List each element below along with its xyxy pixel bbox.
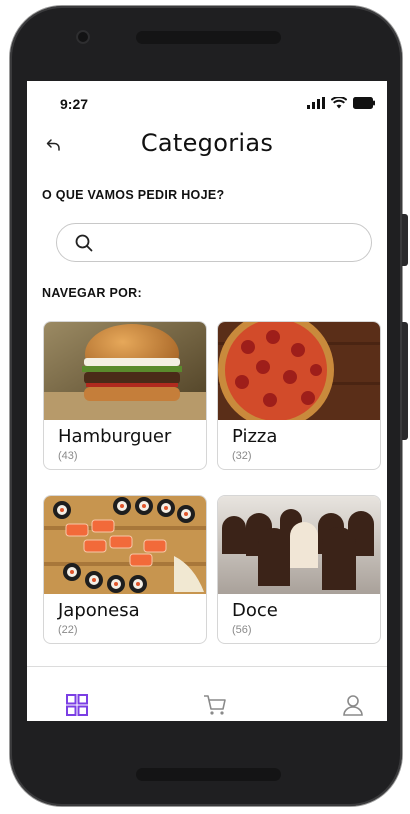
phone-volume-button	[402, 322, 408, 440]
category-count: (32)	[232, 450, 252, 462]
nav-cart-button[interactable]	[203, 694, 227, 718]
cart-icon	[204, 695, 226, 715]
nav-home-button[interactable]	[66, 694, 90, 718]
search-icon	[75, 234, 93, 252]
bottom-navigation	[27, 666, 387, 721]
search-bar[interactable]	[56, 223, 372, 262]
category-count: (22)	[58, 624, 78, 636]
phone-side-button	[402, 214, 408, 266]
grid-icon	[66, 694, 88, 716]
category-count: (56)	[232, 624, 252, 636]
user-icon	[343, 695, 363, 716]
status-time: 9:27	[60, 96, 89, 112]
signal-icon	[307, 97, 325, 109]
browse-heading: NAVEGAR POR:	[42, 286, 142, 300]
category-card-pizza[interactable]: Pizza (32)	[217, 321, 381, 470]
nav-profile-button[interactable]	[342, 694, 366, 718]
app-screen: 9:27 Categorias O QUE VAMOS PEDIR HOJE?	[27, 81, 387, 721]
category-name: Pizza	[232, 426, 278, 447]
wifi-icon	[331, 97, 347, 109]
category-count: (43)	[58, 450, 78, 462]
category-card-hamburguer[interactable]: Hamburguer (43)	[43, 321, 207, 470]
category-name: Doce	[232, 600, 278, 621]
doce-image	[218, 496, 380, 594]
question-heading: O QUE VAMOS PEDIR HOJE?	[42, 188, 225, 202]
battery-icon	[353, 97, 375, 109]
category-card-doce[interactable]: Doce (56)	[217, 495, 381, 644]
search-input[interactable]	[101, 230, 355, 256]
category-name: Japonesa	[58, 600, 140, 621]
category-name: Hamburguer	[58, 426, 172, 447]
phone-camera	[76, 30, 90, 44]
status-icons	[307, 97, 375, 109]
category-card-japonesa[interactable]: Japonesa (22)	[43, 495, 207, 644]
page-title: Categorias	[140, 129, 274, 157]
pizza-image	[218, 322, 380, 420]
phone-speaker	[136, 31, 281, 44]
japonesa-image	[44, 496, 206, 594]
phone-bottom-speaker	[136, 768, 281, 781]
hamburguer-image	[44, 322, 206, 420]
